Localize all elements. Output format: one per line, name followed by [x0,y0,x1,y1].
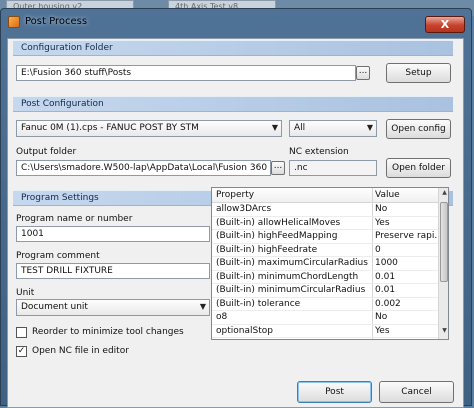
property-scrollbar[interactable]: ▲ ▼ [438,188,448,339]
property-name-cell: (Built-in) maximumCircularRadius [216,258,368,268]
property-name-cell: (Built-in) minimumChordLength [216,271,359,282]
program-name-field[interactable]: 1001 [16,226,210,242]
post-configuration-header: Post Configuration [13,96,453,112]
configuration-browse-button[interactable]: ... [356,66,370,80]
dialog-body: Configuration Folder E:\Fusion 360 stuff… [7,38,464,408]
property-value-cell[interactable]: No [375,312,437,322]
property-value-cell[interactable]: 0 [375,245,437,255]
property-value-cell[interactable]: No [375,204,437,214]
chevron-down-icon: ▼ [271,123,278,132]
open-folder-button[interactable]: Open folder [386,158,451,178]
table-row[interactable]: (Built-in) tolerance 0.002 [212,299,438,312]
scroll-down-icon[interactable]: ▼ [440,327,448,338]
post-button[interactable]: Post [297,381,372,403]
table-row[interactable]: (Built-in) highFeedrate 0 [212,245,438,258]
table-row[interactable]: optionalStop Yes [212,326,438,339]
output-folder-field[interactable]: C:\Users\smadore.W500-lap\AppData\Local\… [16,160,271,176]
post-filter-value: All [294,123,306,133]
configuration-folder-field[interactable]: E:\Fusion 360 stuff\Posts [16,65,356,81]
close-button[interactable]: X [425,16,465,33]
property-name-cell: o8 [216,312,228,322]
open-config-button[interactable]: Open config [386,119,451,139]
scrollbar-thumb[interactable] [440,202,448,282]
chevron-down-icon: ▼ [199,302,206,311]
nc-extension-label: NC extension [289,147,349,157]
nc-extension-field[interactable]: .nc [289,160,377,176]
property-value-cell[interactable]: Preserve rapi... [375,231,437,241]
property-name-cell: (Built-in) tolerance [216,298,301,309]
table-row[interactable]: (Built-in) maximumCircularRadius 1000 [212,258,438,271]
table-row[interactable]: o8 No [212,312,438,325]
app-icon [8,16,20,28]
property-name-cell: (Built-in) highFeedrate [216,244,318,255]
reorder-label: Reorder to minimize tool changes [32,327,184,337]
window-title: Post Process [25,16,88,27]
unit-label: Unit [16,288,35,298]
unit-value: Document unit [21,302,88,312]
table-row[interactable]: allow3DArcs No [212,204,438,217]
program-comment-label: Program comment [16,251,100,261]
table-row[interactable]: (Built-in) highFeedMapping Preserve rapi.… [212,231,438,244]
property-table-header: Property Value [212,188,438,203]
property-value-cell[interactable]: 1000 [375,258,437,268]
output-folder-label: Output folder [16,147,77,157]
open-nc-label: Open NC file in editor [32,346,129,356]
property-table[interactable]: Property Value allow3DArcs No (Built-in) a… [211,187,449,340]
cancel-button[interactable]: Cancel [379,381,454,403]
output-browse-button[interactable]: ... [271,161,285,175]
property-name-cell: optionalStop [216,325,273,336]
property-name-cell: (Built-in) highFeedMapping [216,231,338,241]
property-value-cell[interactable]: 0.01 [375,272,437,282]
configuration-folder-header: Configuration Folder [13,40,453,56]
property-name-cell: allow3DArcs [216,204,272,214]
program-comment-field[interactable]: TEST DRILL FIXTURE [16,263,210,279]
open-nc-checkbox[interactable]: ✓ [16,346,27,357]
property-column-header[interactable]: Property [216,190,254,200]
setup-button[interactable]: Setup [386,63,451,83]
property-value-cell[interactable]: 0.01 [375,285,437,295]
post-processor-value: Fanuc 0M (1).cps - FANUC POST BY STM [21,123,199,133]
property-name-cell: (Built-in) allowHelicalMoves [216,217,341,228]
property-value-cell[interactable]: Yes [375,326,437,336]
property-value-cell[interactable]: 0.002 [375,299,437,309]
property-value-cell[interactable]: Yes [375,218,437,228]
table-row[interactable]: (Built-in) minimumChordLength 0.01 [212,272,438,285]
reorder-checkbox[interactable] [16,327,27,338]
post-filter-select[interactable]: All ▼ [289,120,377,137]
post-process-window: Post Process X Configuration Folder E:\F… [0,8,472,408]
table-row[interactable]: (Built-in) minimumCircularRadius 0.01 [212,285,438,298]
program-name-label: Program name or number [16,214,133,224]
property-name-cell: (Built-in) minimumCircularRadius [216,285,366,295]
scroll-up-icon[interactable]: ▲ [440,189,448,200]
value-column-header[interactable]: Value [375,190,400,200]
table-row[interactable]: (Built-in) allowHelicalMoves Yes [212,218,438,231]
chevron-down-icon: ▼ [366,123,373,132]
unit-select[interactable]: Document unit ▼ [16,299,210,316]
post-processor-select[interactable]: Fanuc 0M (1).cps - FANUC POST BY STM ▼ [16,120,282,137]
